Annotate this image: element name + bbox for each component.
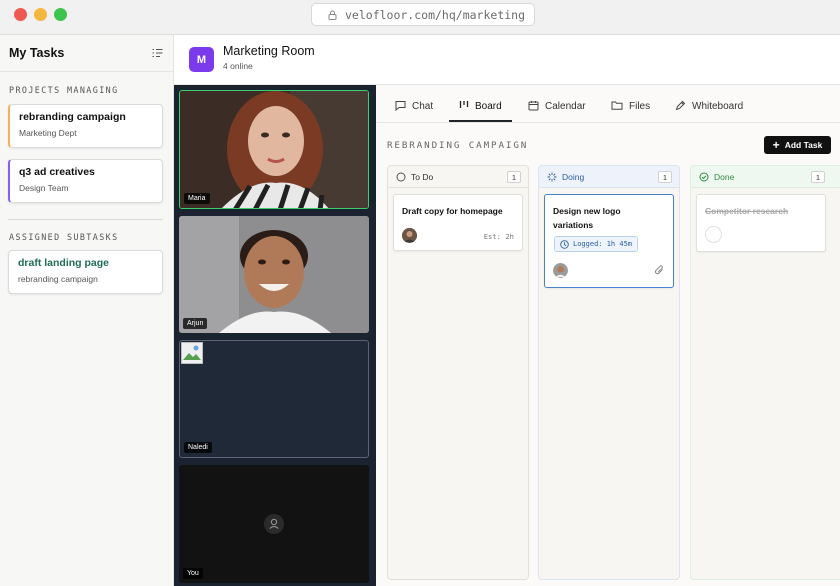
- video-tile-maria[interactable]: Maria: [179, 90, 369, 209]
- board-title: REBRANDING CAMPAIGN: [387, 140, 529, 151]
- plus-icon: +: [772, 138, 780, 152]
- column-done: Done 1 Competitor research: [690, 165, 840, 580]
- column-count-badge: 1: [658, 171, 672, 183]
- lock-icon: [328, 10, 337, 20]
- participant-name-label: Maria: [184, 193, 210, 204]
- task-card-draft-copy[interactable]: Draft copy for homepage Est: 2h: [393, 194, 523, 251]
- check-circle-icon: [699, 172, 709, 181]
- tab-label: Board: [475, 101, 502, 112]
- tab-files[interactable]: Files: [611, 95, 650, 122]
- subtask-card-draft-landing-page[interactable]: draft landing page rebranding campaign: [8, 250, 163, 294]
- window-titlebar: velofloor.com/hq/marketing: [0, 0, 840, 35]
- assignee-avatar: [553, 263, 568, 278]
- maximize-window-button[interactable]: [54, 8, 67, 21]
- paperclip-icon[interactable]: [654, 264, 665, 276]
- sidebar-header: My Tasks: [0, 35, 173, 72]
- participant-video-maria: [180, 91, 368, 208]
- project-card-rebranding[interactable]: rebranding campaign Marketing Dept: [8, 104, 163, 148]
- project-subtitle: Design Team: [19, 183, 69, 193]
- project-title: q3 ad creatives: [19, 166, 95, 178]
- task-estimate: Est: 2h: [483, 232, 514, 241]
- column-doing: Doing 1 Design new logo variations Logge…: [538, 165, 680, 580]
- task-title: Competitor research: [705, 206, 789, 216]
- tab-label: Files: [629, 101, 651, 112]
- minimize-window-button[interactable]: [34, 8, 47, 21]
- video-tile-you[interactable]: You: [179, 465, 369, 583]
- url-text: velofloor.com/hq/marketing: [345, 7, 526, 22]
- folder-icon: [611, 101, 623, 110]
- close-window-button[interactable]: [14, 8, 27, 21]
- room-title: Marketing Room: [223, 44, 315, 58]
- subtask-subtitle: rebranding campaign: [18, 274, 98, 284]
- list-filter-icon[interactable]: [152, 48, 163, 58]
- room-avatar: M: [189, 47, 214, 72]
- my-tasks-sidebar: My Tasks PROJECTS MANAGING rebranding ca…: [0, 35, 174, 586]
- column-count-badge: 1: [507, 171, 521, 183]
- chat-icon: [395, 101, 406, 111]
- loader-icon: [547, 172, 557, 181]
- tab-chat[interactable]: Chat: [395, 95, 433, 122]
- add-task-button[interactable]: + Add Task: [764, 136, 831, 154]
- participant-name-label: You: [183, 568, 203, 579]
- participant-name-label: Naledi: [184, 442, 212, 453]
- address-bar[interactable]: velofloor.com/hq/marketing: [311, 3, 535, 26]
- video-tile-naledi[interactable]: Naledi: [179, 340, 369, 458]
- task-card-design-logo[interactable]: Design new logo variations Logged: 1h 45…: [544, 194, 674, 288]
- assigned-subtasks-heading: ASSIGNED SUBTASKS: [9, 232, 119, 242]
- calendar-icon: [528, 101, 539, 111]
- project-card-q3-ad-creatives[interactable]: q3 ad creatives Design Team: [8, 159, 163, 203]
- board-icon: [459, 101, 469, 108]
- workspace-tabs: Chat Board Calendar Files Whiteboard: [376, 85, 840, 123]
- column-count-badge: 1: [811, 171, 825, 183]
- tab-board[interactable]: Board: [449, 95, 512, 122]
- tab-label: Whiteboard: [692, 101, 744, 112]
- circle-icon: [396, 172, 406, 181]
- project-title: rebranding campaign: [19, 111, 126, 123]
- pen-icon: [675, 100, 686, 111]
- task-title: Design new logo variations: [553, 206, 621, 230]
- broken-image-icon: [181, 342, 203, 364]
- room-online-count: 4 online: [223, 61, 253, 71]
- workspace-main: Chat Board Calendar Files Whiteboard REB…: [376, 85, 840, 586]
- tab-label: Calendar: [545, 101, 586, 112]
- add-task-label: Add Task: [784, 140, 823, 150]
- column-name: Done: [714, 171, 735, 182]
- assignee-avatar-empty: [705, 226, 722, 243]
- column-header: Done 1: [691, 166, 840, 188]
- column-name: Doing: [562, 171, 585, 182]
- projects-managing-heading: PROJECTS MANAGING: [9, 85, 119, 95]
- user-placeholder-icon: [264, 514, 284, 534]
- task-card-competitor-research[interactable]: Competitor research: [696, 194, 826, 252]
- assignee-avatar: [402, 228, 417, 243]
- participant-name-label: Arjun: [183, 318, 208, 329]
- time-logged-text: Logged: 1h 45m: [573, 240, 633, 248]
- tab-calendar[interactable]: Calendar: [528, 95, 586, 122]
- tab-label: Chat: [412, 101, 434, 112]
- project-subtitle: Marketing Dept: [19, 128, 77, 138]
- video-tile-arjun[interactable]: Arjun: [179, 216, 369, 333]
- sidebar-divider: [8, 219, 163, 220]
- tab-whiteboard[interactable]: Whiteboard: [675, 95, 743, 122]
- column-name: To Do: [411, 171, 434, 182]
- video-call-panel: Maria Arjun Naledi You: [174, 85, 376, 586]
- participant-video-arjun: [179, 216, 369, 333]
- task-title: Draft copy for homepage: [402, 206, 503, 216]
- column-header: Doing 1: [539, 166, 679, 188]
- room-header: M Marketing Room 4 online: [174, 35, 840, 85]
- time-logged-badge: Logged: 1h 45m: [554, 236, 639, 252]
- clock-icon: [560, 239, 569, 249]
- sidebar-title: My Tasks: [9, 46, 65, 60]
- column-to-do: To Do 1 Draft copy for homepage Est: 2h: [387, 165, 529, 580]
- column-header: To Do 1: [388, 166, 528, 188]
- subtask-title: draft landing page: [18, 257, 110, 269]
